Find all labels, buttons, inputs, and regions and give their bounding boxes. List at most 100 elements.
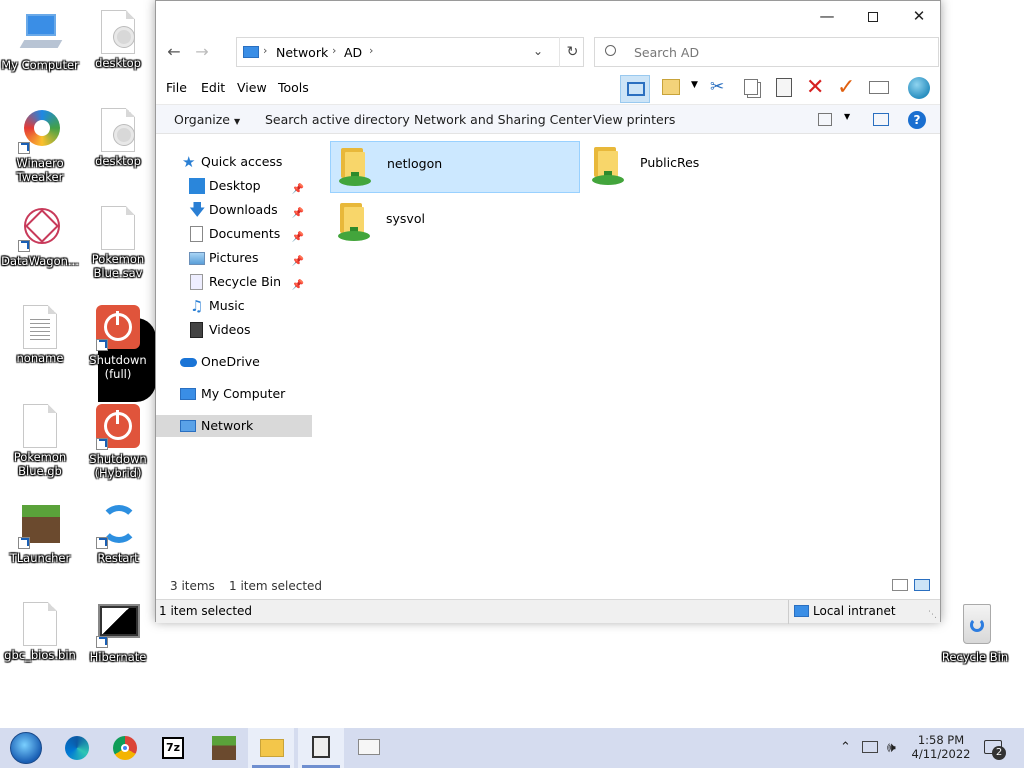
- shared-folder-sysvol[interactable]: sysvol: [330, 197, 580, 249]
- pin-icon: 📌: [291, 232, 304, 243]
- preview-pane-icon[interactable]: [620, 75, 650, 103]
- recycle-bin-icon: [953, 602, 997, 648]
- nav-recycle-bin[interactable]: Recycle Bin 📌: [156, 271, 314, 293]
- pictures-icon: [189, 252, 205, 265]
- view-printers-button[interactable]: View printers: [593, 105, 675, 135]
- desktop-icon-pokemon-gb[interactable]: Pokemon Blue.gb: [0, 404, 80, 478]
- search-input[interactable]: Search AD: [594, 37, 939, 67]
- nav-documents[interactable]: Documents 📌: [156, 223, 314, 245]
- taskbar-edge[interactable]: [54, 728, 100, 768]
- notification-center-button[interactable]: 2: [982, 728, 1008, 768]
- nav-desktop[interactable]: Desktop 📌: [156, 175, 314, 197]
- nav-music[interactable]: ♫ Music: [156, 295, 314, 317]
- organize-button[interactable]: Organize ▼: [174, 105, 240, 135]
- desktop-icon-datawagon[interactable]: DataWagon...: [0, 206, 80, 268]
- nav-quick-access[interactable]: ★ Quick access: [156, 151, 314, 173]
- taskbar-app[interactable]: [298, 728, 344, 768]
- breadcrumb-network[interactable]: Network: [276, 45, 328, 60]
- title-bar[interactable]: — ✕: [156, 1, 940, 31]
- taskbar-chrome[interactable]: [102, 728, 148, 768]
- desktop-icon-desktop-ini-1[interactable]: desktop: [78, 10, 158, 70]
- breadcrumb-sep-icon: ›: [332, 44, 337, 57]
- taskbar-minecraft[interactable]: [200, 728, 246, 768]
- close-button[interactable]: ✕: [896, 1, 942, 31]
- desktop-icon-hibernate[interactable]: Hibernate: [78, 602, 158, 664]
- notification-count-badge: 2: [992, 746, 1006, 760]
- cut-icon[interactable]: ✂: [710, 77, 724, 97]
- desktop-icon-tlauncher[interactable]: TLauncher: [0, 503, 80, 565]
- menu-view[interactable]: View: [237, 73, 267, 103]
- globe-icon[interactable]: [908, 77, 930, 99]
- taskbar-file-explorer[interactable]: [248, 728, 294, 768]
- address-bar[interactable]: › Network › AD › ⌄: [236, 37, 584, 67]
- file-list: netlogon PublicRes sysvol: [326, 135, 940, 565]
- windows-orb-icon: [10, 732, 42, 764]
- resize-grip-icon[interactable]: ⋱: [928, 610, 937, 620]
- monitor-icon: [96, 602, 140, 648]
- explorer-window: — ✕ ← → › Network › AD › ⌄ ↻ Search AD F…: [155, 0, 941, 624]
- taskbar-7zip[interactable]: 7z: [150, 728, 196, 768]
- address-dropdown-icon[interactable]: ⌄: [533, 44, 543, 58]
- network-tray-icon[interactable]: [862, 741, 878, 753]
- desktop-icon-winaero-tweaker[interactable]: Winaero Tweaker: [0, 108, 80, 184]
- desktop-icon-recycle-bin[interactable]: Recycle Bin: [935, 602, 1015, 664]
- nav-my-computer[interactable]: My Computer: [156, 383, 314, 405]
- taskbar-monitor[interactable]: [346, 728, 392, 768]
- shared-folder-netlogon[interactable]: netlogon: [330, 141, 580, 193]
- desktop-icon-gbc-bios[interactable]: gbc_bios.bin: [0, 602, 80, 662]
- desktop-icon-shutdown-full[interactable]: Shutdown (full): [78, 305, 158, 381]
- nav-downloads[interactable]: 🡇 Downloads 📌: [156, 199, 314, 221]
- delete-icon[interactable]: ✕: [806, 75, 824, 100]
- paste-icon[interactable]: [776, 78, 792, 97]
- volume-icon[interactable]: 🕪: [887, 728, 896, 768]
- network-sharing-center-button[interactable]: Network and Sharing Center: [414, 105, 592, 135]
- refresh-button[interactable]: ↻: [559, 37, 585, 67]
- clock[interactable]: 1:58 PM 4/11/2022: [906, 728, 976, 768]
- nav-videos[interactable]: Videos: [156, 319, 314, 341]
- new-folder-icon[interactable]: [662, 79, 680, 95]
- desktop-icon-restart[interactable]: Restart: [78, 503, 158, 565]
- details-view-icon[interactable]: [892, 579, 908, 591]
- refresh-icon: ↻: [566, 44, 579, 60]
- search-ad-button[interactable]: Search active directory: [265, 105, 410, 135]
- folder-icon: [260, 739, 284, 757]
- view-options-icon[interactable]: [818, 113, 832, 126]
- large-icons-view-icon[interactable]: [914, 579, 930, 591]
- shared-folder-publicres[interactable]: PublicRes: [584, 141, 834, 193]
- desktop-icon-desktop-ini-2[interactable]: desktop: [78, 108, 158, 168]
- dropdown-icon: ▼: [233, 117, 241, 126]
- desktop-icon-my-computer[interactable]: My Computer: [0, 10, 80, 72]
- breadcrumb-ad[interactable]: AD: [344, 45, 362, 60]
- arrow-left-icon: ←: [167, 42, 181, 61]
- menu-edit[interactable]: Edit: [201, 73, 225, 103]
- copy-icon[interactable]: [744, 79, 758, 95]
- forward-button[interactable]: →: [190, 37, 214, 67]
- nav-pictures[interactable]: Pictures 📌: [156, 247, 314, 269]
- shared-folder-icon: [592, 145, 624, 189]
- maximize-button[interactable]: [850, 1, 896, 31]
- desktop-icon-noname[interactable]: noname: [0, 305, 80, 365]
- power-icon: [96, 404, 140, 450]
- properties-check-icon[interactable]: ✓: [837, 75, 855, 100]
- help-icon[interactable]: ?: [908, 111, 926, 129]
- menu-file[interactable]: File: [166, 73, 187, 103]
- pin-icon: 📌: [291, 208, 304, 219]
- desktop-icon-pokemon-sav[interactable]: Pokemon Blue.sav: [78, 206, 158, 280]
- computer-icon: [180, 388, 196, 400]
- dropdown-icon[interactable]: ▼: [844, 112, 850, 121]
- zone-label: Local intranet: [813, 604, 896, 618]
- nav-network[interactable]: Network: [156, 415, 312, 437]
- dropdown-icon[interactable]: ▼: [691, 80, 698, 90]
- recycle-bin-icon: [190, 274, 203, 290]
- start-button[interactable]: [2, 728, 48, 768]
- arrow-right-icon: →: [195, 42, 209, 61]
- back-button[interactable]: ←: [162, 37, 186, 67]
- desktop-icon-shutdown-hybrid[interactable]: Shutdown (Hybrid): [78, 404, 158, 480]
- details-pane-icon[interactable]: [873, 113, 889, 126]
- nav-onedrive[interactable]: OneDrive: [156, 351, 314, 373]
- menu-tools[interactable]: Tools: [278, 73, 309, 103]
- show-hidden-icons-button[interactable]: ⌃: [840, 728, 851, 768]
- power-icon: [96, 305, 140, 351]
- rename-icon[interactable]: [869, 81, 889, 94]
- minimize-button[interactable]: —: [804, 1, 850, 31]
